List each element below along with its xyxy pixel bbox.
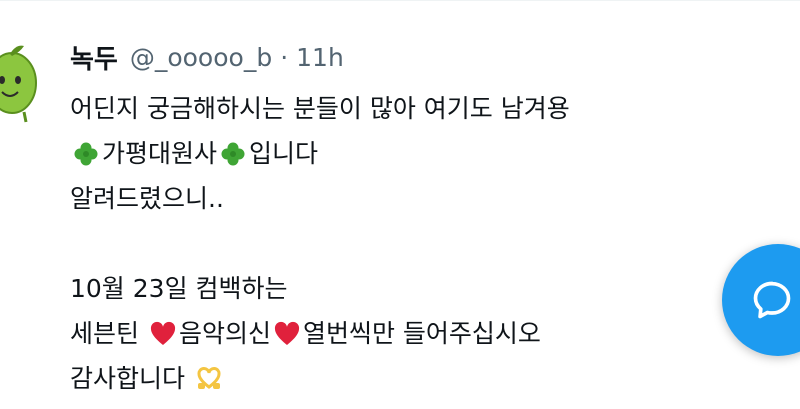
tweet-text-segment: 음악의신: [178, 319, 271, 348]
separator-dot: ·: [280, 42, 289, 72]
tweet-text: 어딘지 궁금해하시는 분들이 많아 여기도 남겨용가평대원사 입니다알려드렸으니.…: [70, 86, 750, 401]
tweet-line: 알려드렸으니..: [70, 176, 750, 221]
tweet-header: 녹두 @_ooooo_b · 11h: [70, 39, 344, 76]
tweet-line: 감사합니다: [70, 356, 750, 401]
tweet-timestamp[interactable]: 11h: [296, 43, 344, 72]
clover-icon: [219, 140, 247, 168]
tweet-text-segment: 입니다: [249, 139, 319, 168]
heart-hands-icon: [195, 365, 223, 393]
clover-icon: [72, 140, 100, 168]
red-heart-icon: [273, 320, 301, 348]
tweet-text-segment: 어딘지 궁금해하시는 분들이 많아 여기도 남겨용: [70, 94, 570, 123]
tweet-text-segment: 가평대원사: [102, 139, 218, 168]
tweet-text-segment: 세븐틴: [70, 319, 147, 348]
tweet-line: 가평대원사 입니다: [70, 131, 750, 176]
tweet-text-segment: 10월 23일 컴백하는: [70, 274, 288, 303]
tweet-text-segment: 열번씩만 들어주십시오: [302, 319, 541, 348]
chat-bubble-icon: [753, 281, 791, 319]
author-handle[interactable]: @_ooooo_b: [130, 43, 272, 72]
tweet-line: 10월 23일 컴백하는: [70, 266, 750, 311]
avatar[interactable]: [0, 28, 38, 128]
tweet-text-segment: 알려드렸으니..: [70, 184, 224, 213]
tweet-line: [70, 221, 750, 266]
tweet-line: 세븐틴 음악의신 열번씩만 들어주십시오: [70, 311, 750, 356]
tweet-line: 어딘지 궁금해하시는 분들이 많아 여기도 남겨용: [70, 86, 750, 131]
tweet-text-segment: 감사합니다: [70, 364, 193, 393]
top-divider: [0, 0, 800, 1]
author-display-name[interactable]: 녹두: [70, 39, 118, 76]
red-heart-icon: [149, 320, 177, 348]
